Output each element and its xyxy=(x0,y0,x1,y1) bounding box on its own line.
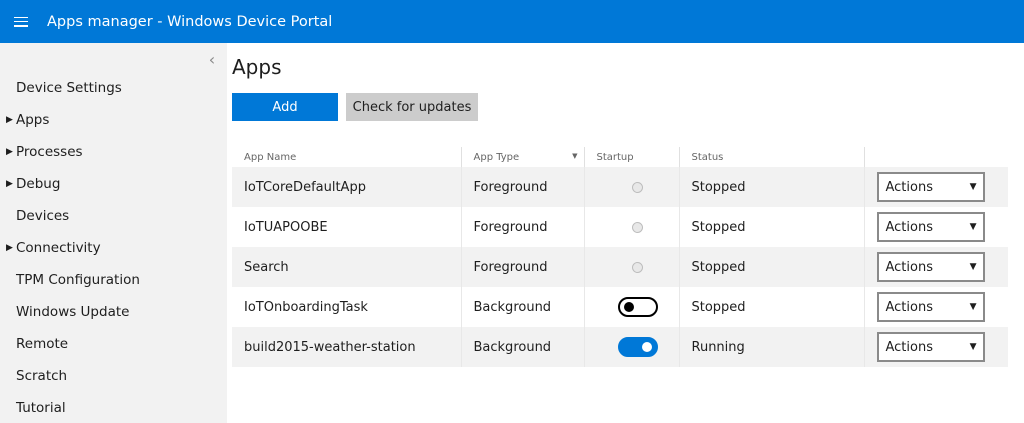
sidebar-item-processes[interactable]: ▶ Processes xyxy=(0,136,227,168)
startup-radio[interactable] xyxy=(632,221,643,233)
sidebar-item-device-settings[interactable]: ▶Device Settings xyxy=(0,72,227,104)
startup-cell xyxy=(584,167,680,207)
startup-toggle-off[interactable] xyxy=(617,297,658,317)
sidebar-item-remote[interactable]: ▶Remote xyxy=(0,328,227,360)
app-type-cell: Foreground xyxy=(461,207,585,247)
startup-cell xyxy=(584,207,680,247)
triangle-down-icon: ▼ xyxy=(969,182,977,192)
app-name-cell: Search xyxy=(232,247,462,287)
app-type-cell: Background xyxy=(461,287,585,327)
app-name-cell: IoTOnboardingTask xyxy=(232,287,462,327)
apps-table: App Name App Type ▼ Startup Status IoTCor… xyxy=(232,147,1008,367)
table-row: build2015-weather-station Background Run… xyxy=(232,327,1008,367)
triangle-right-icon: ▶ xyxy=(6,243,13,253)
table-row: IoTCoreDefaultApp Foreground Stopped Act… xyxy=(232,167,1008,207)
sidebar-item-windows-update[interactable]: ▶Windows Update xyxy=(0,296,227,328)
startup-toggle-on[interactable] xyxy=(617,337,658,357)
sidebar-item-tpm-configuration[interactable]: ▶TPM Configuration xyxy=(0,264,227,296)
actions-dropdown[interactable]: Actions ▼ xyxy=(876,252,985,282)
table-header-row: App Name App Type ▼ Startup Status xyxy=(232,147,1008,167)
startup-cell xyxy=(584,247,680,287)
column-header-startup[interactable]: Startup xyxy=(584,147,680,167)
sidebar-item-scratch[interactable]: ▶Scratch xyxy=(0,360,227,392)
actions-cell: Actions ▼ xyxy=(864,207,1008,247)
actions-dropdown[interactable]: Actions ▼ xyxy=(876,212,985,242)
triangle-down-icon: ▼ xyxy=(969,302,977,312)
add-button[interactable]: Add xyxy=(232,93,338,121)
column-header-app-type[interactable]: App Type ▼ xyxy=(461,147,585,167)
status-cell: Stopped xyxy=(679,207,865,247)
check-for-updates-button[interactable]: Check for updates xyxy=(346,93,478,121)
triangle-down-icon: ▼ xyxy=(969,222,977,232)
triangle-down-icon: ▼ xyxy=(969,262,977,272)
status-cell: Running xyxy=(679,327,865,367)
status-cell: Stopped xyxy=(679,287,865,327)
column-header-status[interactable]: Status xyxy=(679,147,865,167)
app-name-cell: IoTCoreDefaultApp xyxy=(232,167,462,207)
startup-radio[interactable] xyxy=(632,181,643,193)
actions-dropdown[interactable]: Actions ▼ xyxy=(876,332,985,362)
triangle-right-icon: ▶ xyxy=(6,179,13,189)
table-row: Search Foreground Stopped Actions ▼ xyxy=(232,247,1008,287)
actions-cell: Actions ▼ xyxy=(864,327,1008,367)
sidebar-item-tutorial[interactable]: ▶Tutorial xyxy=(0,392,227,423)
app-name-cell: IoTUAPOOBE xyxy=(232,207,462,247)
chevron-left-icon[interactable]: ‹ xyxy=(203,51,221,69)
sidebar-item-devices[interactable]: ▶Devices xyxy=(0,200,227,232)
page-title: Apps xyxy=(232,55,282,79)
column-header-actions xyxy=(864,147,1008,167)
table-row: IoTOnboardingTask Background Stopped Act… xyxy=(232,287,1008,327)
status-cell: Stopped xyxy=(679,167,865,207)
app-type-cell: Foreground xyxy=(461,247,585,287)
button-row: Add Check for updates xyxy=(232,93,1012,121)
startup-cell xyxy=(584,327,680,367)
table-row: IoTUAPOOBE Foreground Stopped Actions ▼ xyxy=(232,207,1008,247)
actions-dropdown[interactable]: Actions ▼ xyxy=(876,172,985,202)
nav-list: ▶Device Settings ▶Apps ▶Processes ▶Debug… xyxy=(0,72,227,423)
sidebar-item-apps[interactable]: ▶ Apps xyxy=(0,104,227,136)
sidebar-item-debug[interactable]: ▶ Debug xyxy=(0,168,227,200)
app-name-cell: build2015-weather-station xyxy=(232,327,462,367)
actions-dropdown[interactable]: Actions ▼ xyxy=(876,292,985,322)
actions-cell: Actions ▼ xyxy=(864,247,1008,287)
triangle-down-icon: ▼ xyxy=(969,342,977,352)
page-header-title: Apps manager - Windows Device Portal xyxy=(47,13,333,30)
app-type-cell: Background xyxy=(461,327,585,367)
startup-radio[interactable] xyxy=(632,261,643,273)
main-content: Apps Add Check for updates App Name App … xyxy=(232,43,1012,367)
app-type-cell: Foreground xyxy=(461,167,585,207)
actions-cell: Actions ▼ xyxy=(864,287,1008,327)
title-bar: Apps manager - Windows Device Portal xyxy=(0,0,1024,43)
sidebar: ‹ ▶Device Settings ▶Apps ▶Processes ▶Deb… xyxy=(0,43,227,423)
triangle-right-icon: ▶ xyxy=(6,115,13,125)
triangle-right-icon: ▶ xyxy=(6,147,13,157)
startup-cell xyxy=(584,287,680,327)
status-cell: Stopped xyxy=(679,247,865,287)
column-header-app-name[interactable]: App Name xyxy=(232,147,462,167)
hamburger-icon[interactable] xyxy=(14,16,28,27)
actions-cell: Actions ▼ xyxy=(864,167,1008,207)
sort-down-icon: ▼ xyxy=(572,151,578,160)
sidebar-item-connectivity[interactable]: ▶ Connectivity xyxy=(0,232,227,264)
